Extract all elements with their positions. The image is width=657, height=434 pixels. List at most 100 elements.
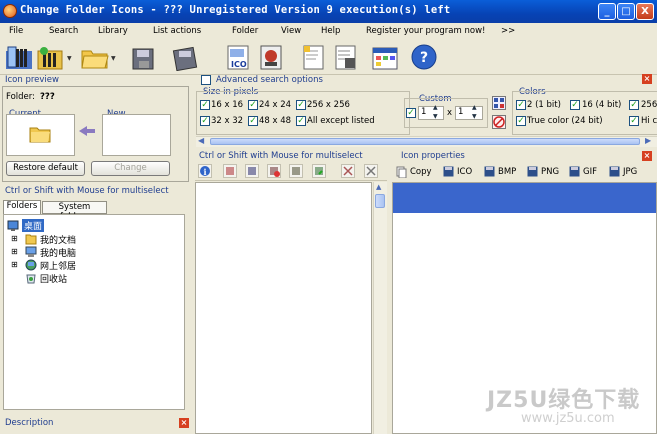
document-icon[interactable] [299,43,329,71]
size-48-checkbox[interactable]: ✓ [248,116,258,126]
custom-size-checkbox[interactable]: ✓ [406,108,416,118]
scrollbar-thumb[interactable] [210,138,640,145]
size-24-checkbox[interactable]: ✓ [248,100,258,110]
expand-icon[interactable]: ⊞ [11,260,18,269]
documents-folder-icon [25,234,37,245]
scroll-left-icon[interactable]: ◀ [198,136,204,145]
description-close-button[interactable]: × [179,418,189,428]
custom-width-input[interactable]: 1 [418,106,444,120]
tree-item-network[interactable]: 网上邻居 [40,259,76,272]
color-256-checkbox[interactable]: ✓ [629,100,639,110]
delete-icon[interactable] [341,164,355,178]
list-tool-4-icon[interactable] [289,164,303,178]
size-16-checkbox[interactable]: ✓ [200,100,210,110]
menu-library[interactable]: Library [98,26,128,36]
size-16-label: 16 x 16 [211,100,244,110]
tree-item-my-documents[interactable]: 我的文档 [40,233,76,246]
png-button[interactable]: PNG [541,167,559,177]
color-2-checkbox[interactable]: ✓ [516,100,526,110]
restore-default-button[interactable]: Restore default [6,161,85,176]
bmp-button[interactable]: BMP [498,167,516,177]
menu-file[interactable]: File [9,26,23,36]
tree-item-recycle-bin[interactable]: 回收站 [40,272,67,285]
tab-folders[interactable]: Folders [3,200,41,214]
color-16-label: 16 (4 bit) [582,100,622,110]
properties-icon[interactable] [331,43,361,71]
app-icon [3,4,17,18]
properties-selected-row[interactable] [393,183,656,213]
calendar-icon[interactable] [370,43,400,71]
extract-icon[interactable] [257,43,287,71]
jpg-button[interactable]: JPG [623,167,637,177]
size-32-checkbox[interactable]: ✓ [200,116,210,126]
delete-all-icon[interactable] [364,164,378,178]
menu-overflow-icon[interactable]: >> [501,26,515,36]
clear-sizes-button[interactable] [492,115,506,129]
tab-system-folders[interactable]: System folders [42,201,107,222]
library-icon[interactable] [4,43,34,71]
select-sizes-button[interactable] [492,96,506,110]
arrow-left-icon [79,126,95,136]
close-icon: × [643,74,651,83]
spin-up-icon[interactable]: ▲ [472,104,477,111]
ico-button[interactable]: ICO [457,167,472,177]
advanced-search-checkbox[interactable] [201,75,211,85]
minimize-icon: _ [604,6,610,17]
menu-view[interactable]: View [281,26,301,36]
tree-item-desktop[interactable]: 桌面 [22,219,45,232]
new-icon-box [102,114,171,156]
save-icon[interactable] [130,43,160,71]
list-scroll-thumb[interactable] [375,194,385,208]
color-hi-checkbox[interactable]: ✓ [629,116,639,126]
color-256-label: 256 [641,100,657,110]
menu-list-actions[interactable]: List actions [153,26,201,36]
list-vscrollbar[interactable] [373,182,387,434]
expand-icon[interactable]: ⊞ [11,234,18,243]
library-open-icon[interactable] [36,43,66,71]
size-256-checkbox[interactable]: ✓ [296,100,306,110]
close-icon: × [180,418,188,427]
tree-item-my-computer[interactable]: 我的电脑 [40,246,76,259]
list-tool-2-icon[interactable] [245,164,259,178]
open-dropdown-icon[interactable]: ▼ [111,55,116,62]
close-button[interactable]: X [636,3,654,20]
menu-folder[interactable]: Folder [232,26,258,36]
spin-down-icon[interactable]: ▼ [472,113,477,120]
expand-icon[interactable]: ⊞ [11,247,18,256]
scroll-up-icon[interactable]: ▲ [376,183,381,191]
colors-group [512,91,657,135]
open-folder-icon[interactable] [80,43,110,71]
list-tool-1-icon[interactable] [223,164,237,178]
library-dropdown-icon[interactable]: ▼ [67,55,72,62]
color-true-checkbox[interactable]: ✓ [516,116,526,126]
help-icon[interactable]: ? [410,43,440,71]
menu-help[interactable]: Help [321,26,340,36]
menu-register[interactable]: Register your program now! [366,26,485,36]
custom-height-input[interactable]: 1 [455,106,483,120]
all-except-listed-label: All except listed [307,116,375,126]
all-except-listed-checkbox[interactable]: ✓ [296,116,306,126]
gif-button[interactable]: GIF [583,167,597,177]
search-close-button[interactable]: × [642,74,652,84]
list-tool-5-icon[interactable] [312,164,326,178]
minimize-button[interactable]: _ [598,3,616,20]
list-tool-3-icon[interactable] [267,164,281,178]
folder-label: Folder: [6,92,35,102]
change-button[interactable]: Change [91,161,170,176]
menu-search[interactable]: Search [49,26,78,36]
advanced-search-label[interactable]: Advanced search options [216,74,323,86]
custom-x-label: x [447,108,453,118]
ico-file-icon[interactable]: ICO [224,43,254,71]
save-ico-icon [443,166,454,177]
svg-text:ICO: ICO [231,60,247,69]
copy-button[interactable]: Copy [410,167,432,177]
info-icon[interactable]: i [198,164,212,178]
scroll-right-icon[interactable]: ▶ [645,136,651,145]
color-16-checkbox[interactable]: ✓ [570,100,580,110]
properties-close-button[interactable]: × [642,151,652,161]
spin-up-icon[interactable]: ▲ [433,104,438,111]
spin-down-icon[interactable]: ▼ [433,113,438,120]
save-as-icon[interactable] [172,43,202,72]
icon-list[interactable] [195,182,372,434]
maximize-button[interactable]: □ [617,3,635,20]
